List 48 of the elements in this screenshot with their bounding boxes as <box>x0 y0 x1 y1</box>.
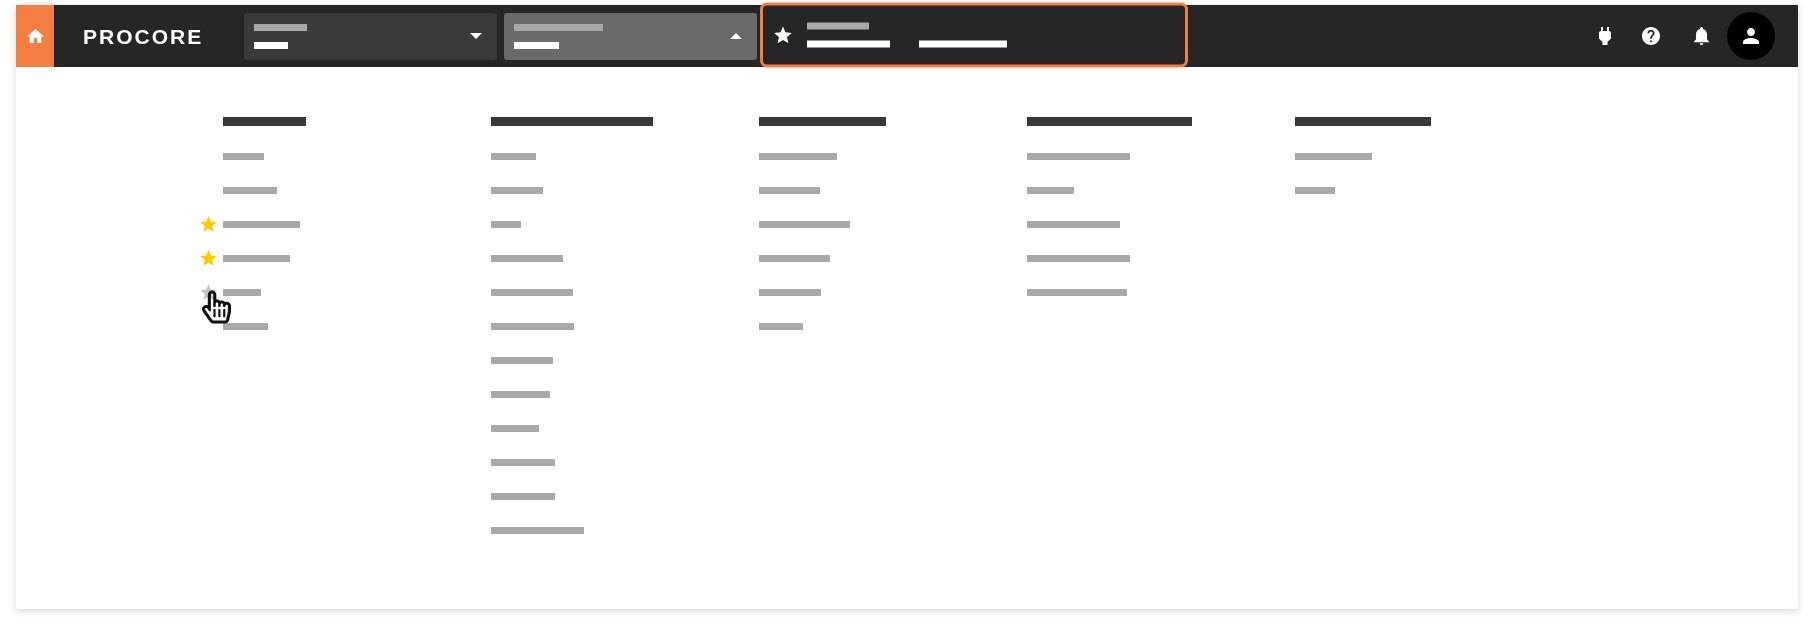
logo[interactable]: PROCORE <box>83 25 204 47</box>
bell-icon[interactable] <box>1694 27 1709 45</box>
menu-item-bar[interactable] <box>1295 186 1335 194</box>
menu-item-bar[interactable] <box>491 152 536 160</box>
menu-item-bar[interactable] <box>759 152 837 160</box>
menu-item-bar[interactable] <box>1295 152 1372 160</box>
menu-item-bar[interactable] <box>759 186 820 194</box>
value-placeholder-bar <box>514 41 559 49</box>
menu-item-bar[interactable] <box>223 152 264 160</box>
menu-item-bar[interactable] <box>223 254 290 262</box>
menu-item-bar[interactable] <box>1027 186 1074 194</box>
menu-item-bar[interactable] <box>491 322 574 330</box>
dropdown-selector[interactable] <box>244 12 497 60</box>
menu-item-bar[interactable] <box>759 322 803 330</box>
menu-item-bar[interactable] <box>223 186 277 194</box>
menu-item-bar[interactable] <box>491 186 543 194</box>
menu-item-bar[interactable] <box>491 220 521 228</box>
value-placeholder-bar <box>254 41 288 49</box>
star-icon[interactable] <box>200 216 217 232</box>
menu-item-bar[interactable] <box>759 220 850 228</box>
menu-item-bar[interactable] <box>491 424 539 432</box>
menu-item-bar[interactable] <box>491 254 563 262</box>
menu-item-bar[interactable] <box>491 390 550 398</box>
menu-item-bar[interactable] <box>491 288 573 296</box>
menu-item-bar[interactable] <box>1027 288 1127 296</box>
label-placeholder-bar <box>254 23 307 31</box>
star-icon <box>774 26 792 43</box>
menu-item-bar[interactable] <box>491 458 555 466</box>
favorites-bar[interactable] <box>760 2 1188 67</box>
plug-icon[interactable] <box>1599 27 1611 45</box>
home-icon <box>26 29 44 43</box>
menu-item-bar[interactable] <box>759 254 830 262</box>
menu-item-bar[interactable] <box>1027 152 1130 160</box>
dropdown-selector[interactable] <box>504 12 757 60</box>
menu-item-bar[interactable] <box>223 322 268 330</box>
home-button[interactable] <box>16 5 54 67</box>
menu-item-bar[interactable] <box>759 288 821 296</box>
menu-item-bar[interactable] <box>1027 254 1130 262</box>
help-icon[interactable] <box>1642 27 1660 45</box>
star-icon[interactable] <box>200 250 217 266</box>
menu-item-bar[interactable] <box>1027 220 1120 228</box>
menu-item-bar[interactable] <box>491 356 553 364</box>
menu-item-bar[interactable] <box>491 492 555 500</box>
person-icon <box>1743 28 1759 44</box>
avatar-button[interactable] <box>1727 12 1775 60</box>
label-placeholder-bar <box>807 22 869 29</box>
menu-item-bar[interactable] <box>223 220 300 228</box>
menu-item-bar[interactable] <box>491 526 584 534</box>
